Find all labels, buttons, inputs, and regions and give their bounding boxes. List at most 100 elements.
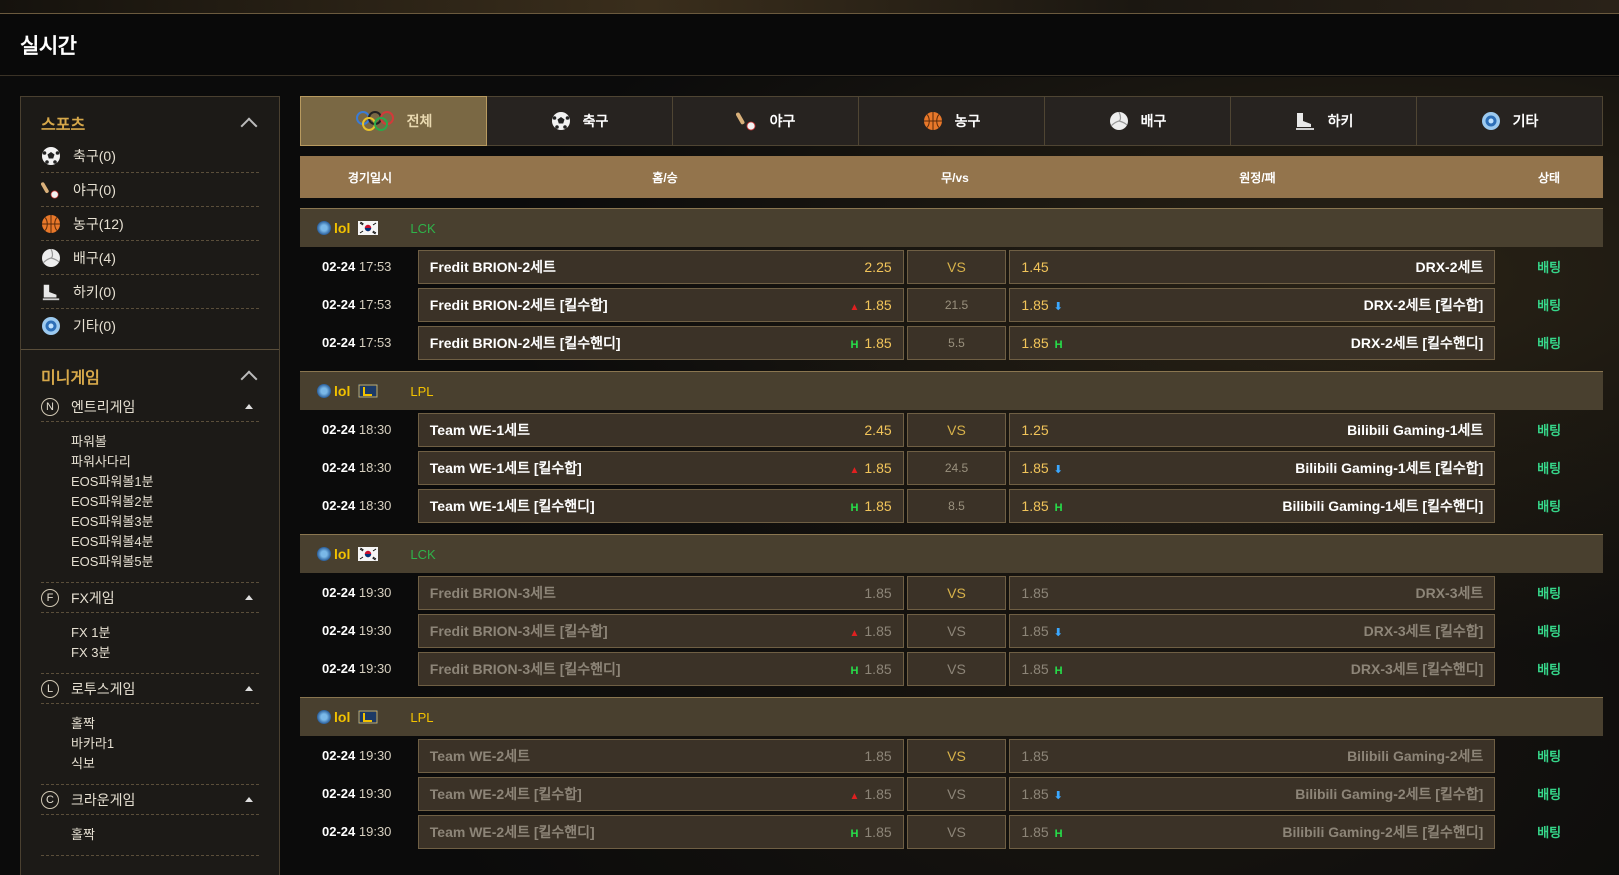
bet-button[interactable]: 배팅 (1495, 746, 1603, 765)
caret-up-icon[interactable] (245, 686, 253, 691)
minigame-link[interactable]: EOS파워볼5분 (71, 552, 259, 572)
home-odds-button[interactable]: Team WE-1세트 [킬수핸디] H 1.85 (417, 488, 904, 523)
home-odds-button[interactable]: Fredit BRION-3세트 [킬수합] ▲ 1.85 (417, 613, 904, 648)
minigame-link[interactable]: 홀짝 (71, 825, 259, 845)
bet-button[interactable]: 배팅 (1495, 458, 1603, 477)
bet-button[interactable]: 배팅 (1495, 583, 1603, 602)
bet-button[interactable]: 배팅 (1495, 621, 1603, 640)
tab-2[interactable]: 야구 (673, 96, 859, 146)
draw-vs-cell[interactable]: VS (906, 776, 1007, 811)
draw-vs-cell[interactable]: 21.5 (906, 287, 1007, 322)
minigame-link[interactable]: EOS파워볼1분 (71, 472, 259, 492)
match-date: 02-24 (322, 460, 356, 475)
away-odds-button[interactable]: 1.85 ⬇ Bilibili Gaming-1세트 [킬수합] (1009, 450, 1496, 485)
tab-5[interactable]: 하키 (1231, 96, 1417, 146)
match-groups: lol LCK 02-24 17:53 Fredit BRION-2세트 2.25 VS 1… (300, 208, 1603, 850)
draw-vs-cell[interactable]: VS (906, 738, 1007, 773)
bet-button[interactable]: 배팅 (1495, 257, 1603, 276)
caret-up-icon[interactable] (245, 595, 253, 600)
away-odds-button[interactable]: 1.85 H DRX-3세트 [킬수핸디] (1009, 651, 1496, 686)
minigame-link[interactable]: FX 1분 (71, 623, 259, 643)
sidebar-sport-item[interactable]: 배구(4) (41, 241, 259, 275)
home-odds-button[interactable]: Team WE-2세트 [킬수합] ▲ 1.85 (417, 776, 904, 811)
bet-button[interactable]: 배팅 (1495, 295, 1603, 314)
away-odds-button[interactable]: 1.85 ⬇ Bilibili Gaming-2세트 [킬수합] (1009, 776, 1496, 811)
home-odds-button[interactable]: Fredit BRION-2세트 [킬수합] ▲ 1.85 (417, 287, 904, 322)
chevron-up-icon[interactable] (240, 370, 258, 388)
sidebar-sport-item[interactable]: 하키(0) (41, 275, 259, 309)
away-odds-button[interactable]: 1.85 H Bilibili Gaming-1세트 [킬수핸디] (1009, 488, 1496, 523)
bet-button[interactable]: 배팅 (1495, 659, 1603, 678)
tab-4[interactable]: 배구 (1045, 96, 1231, 146)
bet-button[interactable]: 배팅 (1495, 822, 1603, 841)
home-odds-wrap: ▲ 1.85 (849, 460, 891, 476)
away-odds-wrap: 1.85 ⬇ (1021, 623, 1062, 639)
minigame-link[interactable]: EOS파워볼2분 (71, 492, 259, 512)
draw-vs-cell[interactable]: VS (906, 613, 1007, 648)
away-odds-button[interactable]: 1.45 DRX-2세트 (1009, 249, 1496, 284)
minigame-list: N 엔트리게임 파워볼 파워사다리 EOS파워볼1분 EOS파워볼2분 EOS파워볼3분 EO… (41, 392, 259, 856)
lpl-logo-icon (358, 384, 379, 398)
minigame-link[interactable]: EOS파워볼3분 (71, 512, 259, 532)
draw-vs-cell[interactable]: VS (906, 651, 1007, 686)
home-odds-button[interactable]: Team WE-1세트 2.45 (417, 412, 904, 447)
minigame-link[interactable]: 파워사다리 (71, 452, 259, 472)
home-odds-button[interactable]: Fredit BRION-3세트 1.85 (417, 575, 904, 610)
draw-vs-cell[interactable]: VS (906, 249, 1007, 284)
away-odds-button[interactable]: 1.85 DRX-3세트 (1009, 575, 1496, 610)
sports-header[interactable]: 스포츠 (41, 111, 259, 135)
minigame-link[interactable]: 홀짝 (71, 714, 259, 734)
match-time: 19:30 (358, 824, 392, 839)
home-odds-button[interactable]: Fredit BRION-2세트 2.25 (417, 249, 904, 284)
draw-vs-cell[interactable]: 8.5 (906, 488, 1007, 523)
soccer-ball-icon (41, 146, 61, 166)
bet-button[interactable]: 배팅 (1495, 420, 1603, 439)
bet-button[interactable]: 배팅 (1495, 333, 1603, 352)
minigame-category[interactable]: L 로투스게임 (41, 674, 259, 704)
caret-up-icon[interactable] (245, 797, 253, 802)
match-date: 02-24 (322, 585, 356, 600)
minigame-link[interactable]: FX 3분 (71, 643, 259, 663)
minigame-category[interactable]: C 크라운게임 (41, 785, 259, 815)
draw-vs-cell[interactable]: 24.5 (906, 450, 1007, 485)
home-odds-button[interactable]: Team WE-2세트 [킬수핸디] H 1.85 (417, 814, 904, 849)
away-odds-button[interactable]: 1.85 ⬇ DRX-3세트 [킬수합] (1009, 613, 1496, 648)
draw-vs-cell[interactable]: 5.5 (906, 325, 1007, 360)
away-odds-button[interactable]: 1.85 Bilibili Gaming-2세트 (1009, 738, 1496, 773)
game-name: lol (334, 220, 351, 236)
bet-button[interactable]: 배팅 (1495, 496, 1603, 515)
away-odds-button[interactable]: 1.25 Bilibili Gaming-1세트 (1009, 412, 1496, 447)
home-odds-button[interactable]: Team WE-2세트 1.85 (417, 738, 904, 773)
home-odds-button[interactable]: Team WE-1세트 [킬수합] ▲ 1.85 (417, 450, 904, 485)
minigame-link[interactable]: 식보 (71, 754, 259, 774)
caret-up-icon[interactable] (245, 404, 253, 409)
minigame-link[interactable]: 파워볼 (71, 432, 259, 452)
league-name: LPL (410, 709, 434, 725)
bet-button[interactable]: 배팅 (1495, 784, 1603, 803)
minigame-header[interactable]: 미니게임 (41, 364, 259, 388)
away-odds-button[interactable]: 1.85 ⬇ DRX-2세트 [킬수합] (1009, 287, 1496, 322)
sidebar-sport-item[interactable]: 농구(12) (41, 207, 259, 241)
home-odds-button[interactable]: Fredit BRION-2세트 [킬수핸디] H 1.85 (417, 325, 904, 360)
minigame-category[interactable]: N 엔트리게임 (41, 392, 259, 422)
tab-6[interactable]: 기타 (1417, 96, 1603, 146)
sidebar-sport-item[interactable]: 야구(0) (41, 173, 259, 207)
tab-3[interactable]: 농구 (859, 96, 1045, 146)
home-odds-button[interactable]: Fredit BRION-3세트 [킬수핸디] H 1.85 (417, 651, 904, 686)
draw-vs-cell[interactable]: VS (906, 575, 1007, 610)
away-odds-button[interactable]: 1.85 H DRX-2세트 [킬수핸디] (1009, 325, 1496, 360)
tab-1[interactable]: 축구 (487, 96, 673, 146)
tab-0[interactable]: 전체 (300, 96, 487, 146)
minigame-link[interactable]: EOS파워볼4분 (71, 532, 259, 552)
draw-vs-cell[interactable]: VS (906, 412, 1007, 447)
chevron-up-icon[interactable] (240, 117, 258, 135)
draw-vs-cell[interactable]: VS (906, 814, 1007, 849)
home-odds-wrap: 1.85 (864, 748, 891, 764)
away-odds-button[interactable]: 1.85 H Bilibili Gaming-2세트 [킬수핸디] (1009, 814, 1496, 849)
away-odds-wrap: 1.85 (1021, 748, 1048, 764)
minigame-link[interactable]: 바카라1 (71, 734, 259, 754)
minigame-category[interactable]: F FX게임 (41, 583, 259, 613)
sidebar-sport-item[interactable]: 기타(0) (41, 309, 259, 343)
handicap-badge: H (850, 501, 859, 514)
sidebar-sport-item[interactable]: 축구(0) (41, 139, 259, 173)
